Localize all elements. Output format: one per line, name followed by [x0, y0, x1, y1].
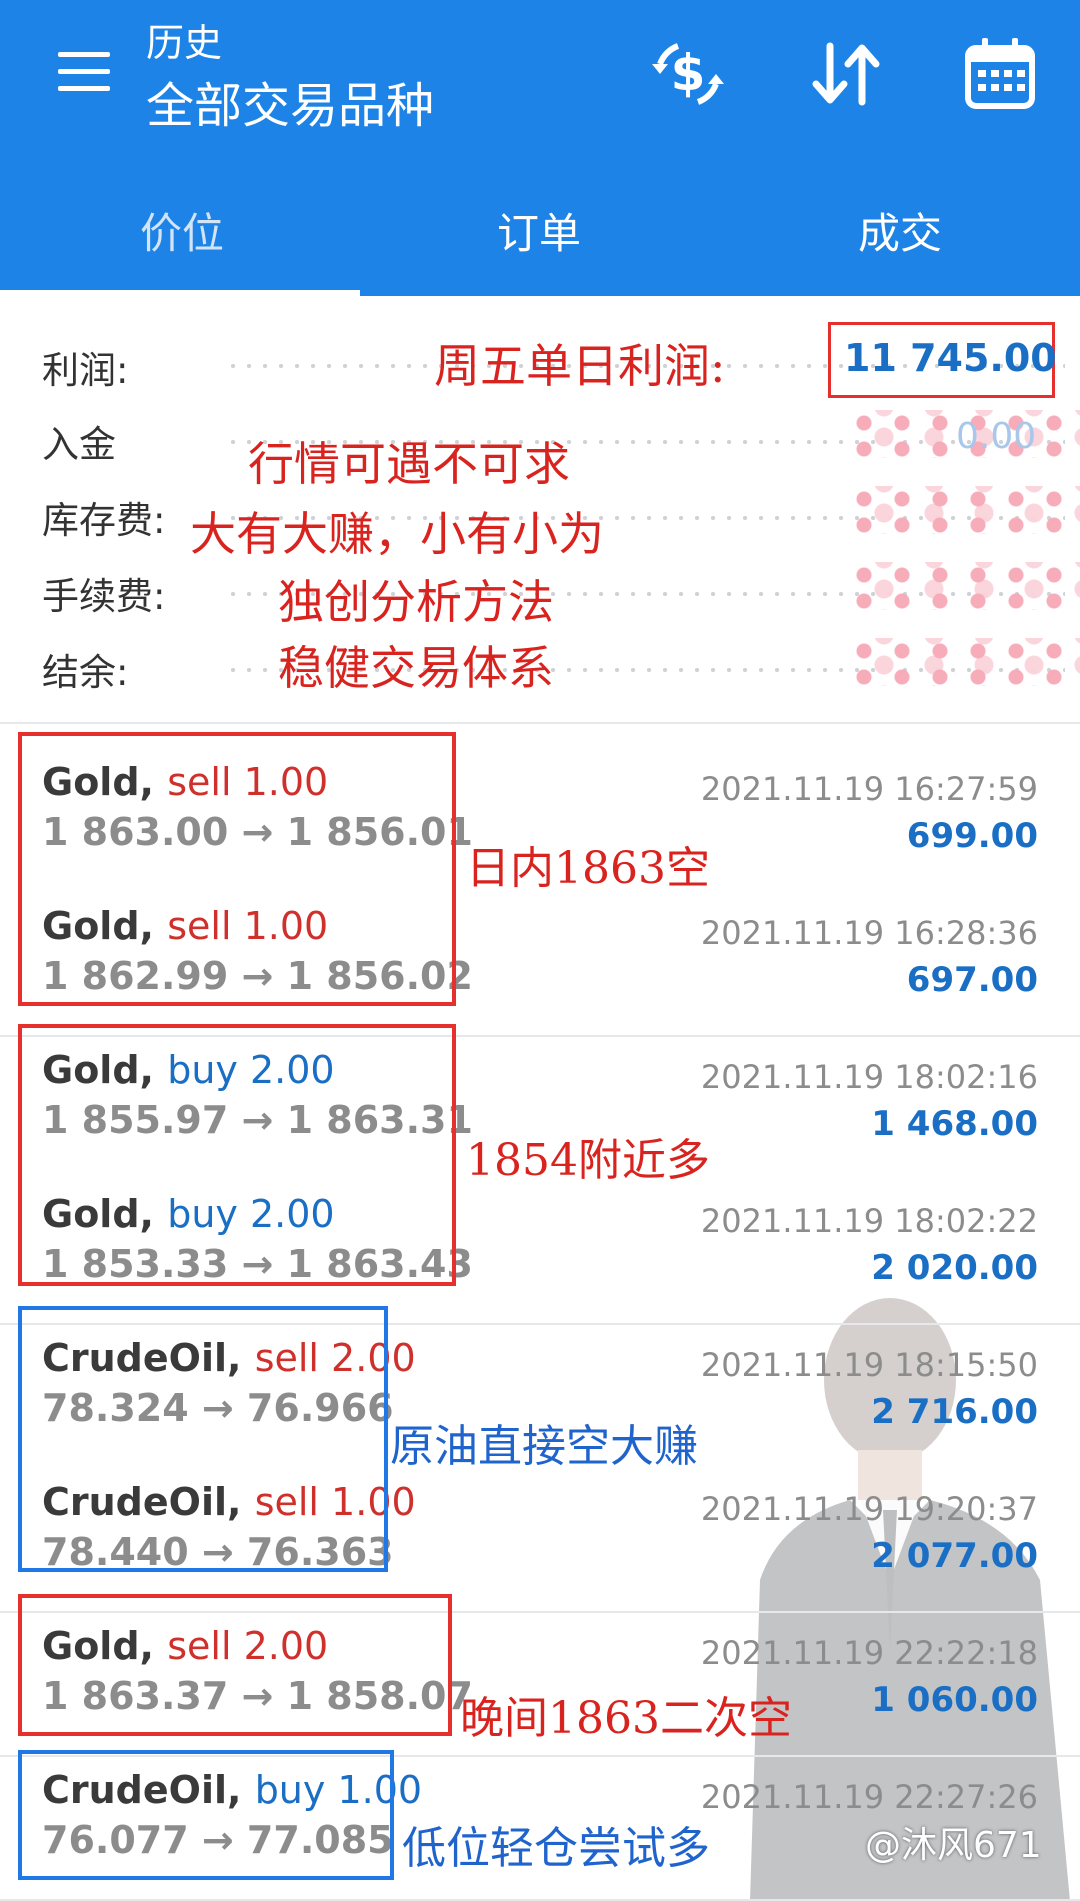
- trade-time: 2021.11.19 18:02:16: [700, 1058, 1038, 1096]
- tab-indicator: [0, 290, 360, 296]
- annotation-box-red: [18, 1024, 456, 1286]
- hearts-sticker: [845, 486, 1080, 534]
- trade-time: 2021.11.19 16:28:36: [700, 914, 1038, 952]
- sort-icon[interactable]: [806, 34, 886, 114]
- trade-time: 2021.11.19 16:27:59: [700, 770, 1038, 808]
- tab-bar: 价位 订单 成交: [0, 152, 1080, 296]
- trade-time: 2021.11.19 22:27:26: [700, 1778, 1038, 1816]
- annotation-evening-short: 晚间1863二次空: [460, 1693, 792, 1744]
- divider: [0, 722, 1080, 724]
- hearts-sticker: [845, 638, 1080, 686]
- trade-time: 2021.11.19 18:15:50: [700, 1346, 1038, 1384]
- deposit-label: 入金: [42, 423, 116, 466]
- trade-time: 2021.11.19 19:20:37: [700, 1490, 1038, 1528]
- header-title[interactable]: 全部交易品种: [146, 66, 434, 136]
- slogan-line-4: 稳健交易体系: [278, 641, 554, 695]
- balance-label: 结余:: [42, 651, 129, 694]
- profit-annotation: 周五单日利润:: [434, 339, 726, 393]
- annotation-intraday-short: 日内1863空: [466, 843, 710, 894]
- slogan-line-3: 独创分析方法: [278, 575, 554, 629]
- trade-profit: 2 020.00: [871, 1248, 1038, 1288]
- slogan-line-1: 行情可遇不可求: [248, 437, 570, 491]
- trade-profit: 697.00: [906, 960, 1038, 1000]
- trade-profit: 1 468.00: [871, 1104, 1038, 1144]
- annotation-long-1854: 1854附近多: [466, 1135, 710, 1186]
- annotation-light-long: 低位轻仓尝试多: [402, 1823, 710, 1874]
- trade-time: 2021.11.19 22:22:18: [700, 1634, 1038, 1672]
- hearts-sticker: [845, 562, 1080, 610]
- trade-profit: 2 716.00: [871, 1392, 1038, 1432]
- app-bar: 历史 全部交易品种 $: [0, 0, 1080, 152]
- tab-orders[interactable]: 订单: [497, 200, 581, 261]
- annotation-box-red: [18, 1594, 452, 1736]
- annotation-box-blue: [18, 1750, 394, 1880]
- trade-time: 2021.11.19 18:02:22: [700, 1202, 1038, 1240]
- calendar-icon[interactable]: [960, 34, 1040, 114]
- trade-profit: 1 060.00: [871, 1680, 1038, 1720]
- svg-text:$: $: [671, 44, 706, 102]
- header-subtitle: 历史: [146, 21, 223, 65]
- swap-label: 库存费:: [42, 499, 166, 542]
- watermark: @沐风671: [865, 1825, 1042, 1866]
- menu-icon[interactable]: [58, 52, 110, 92]
- slogan-line-2: 大有大赚，小有小为: [190, 507, 604, 561]
- profit-value: 11 745.00: [844, 336, 1057, 380]
- deposit-value: 0.00: [956, 416, 1037, 457]
- annotation-box-red: [18, 732, 456, 1006]
- trade-profit: 2 077.00: [871, 1536, 1038, 1576]
- tab-price[interactable]: 价位: [140, 200, 224, 261]
- profit-label: 利润:: [42, 349, 129, 392]
- annotation-crude-short: 原油直接空大赚: [390, 1421, 698, 1472]
- dollar-sync-icon[interactable]: $: [648, 34, 728, 114]
- commission-label: 手续费:: [42, 575, 166, 618]
- trade-profit: 699.00: [906, 816, 1038, 856]
- annotation-box-blue: [18, 1306, 388, 1572]
- tab-deals[interactable]: 成交: [858, 200, 942, 261]
